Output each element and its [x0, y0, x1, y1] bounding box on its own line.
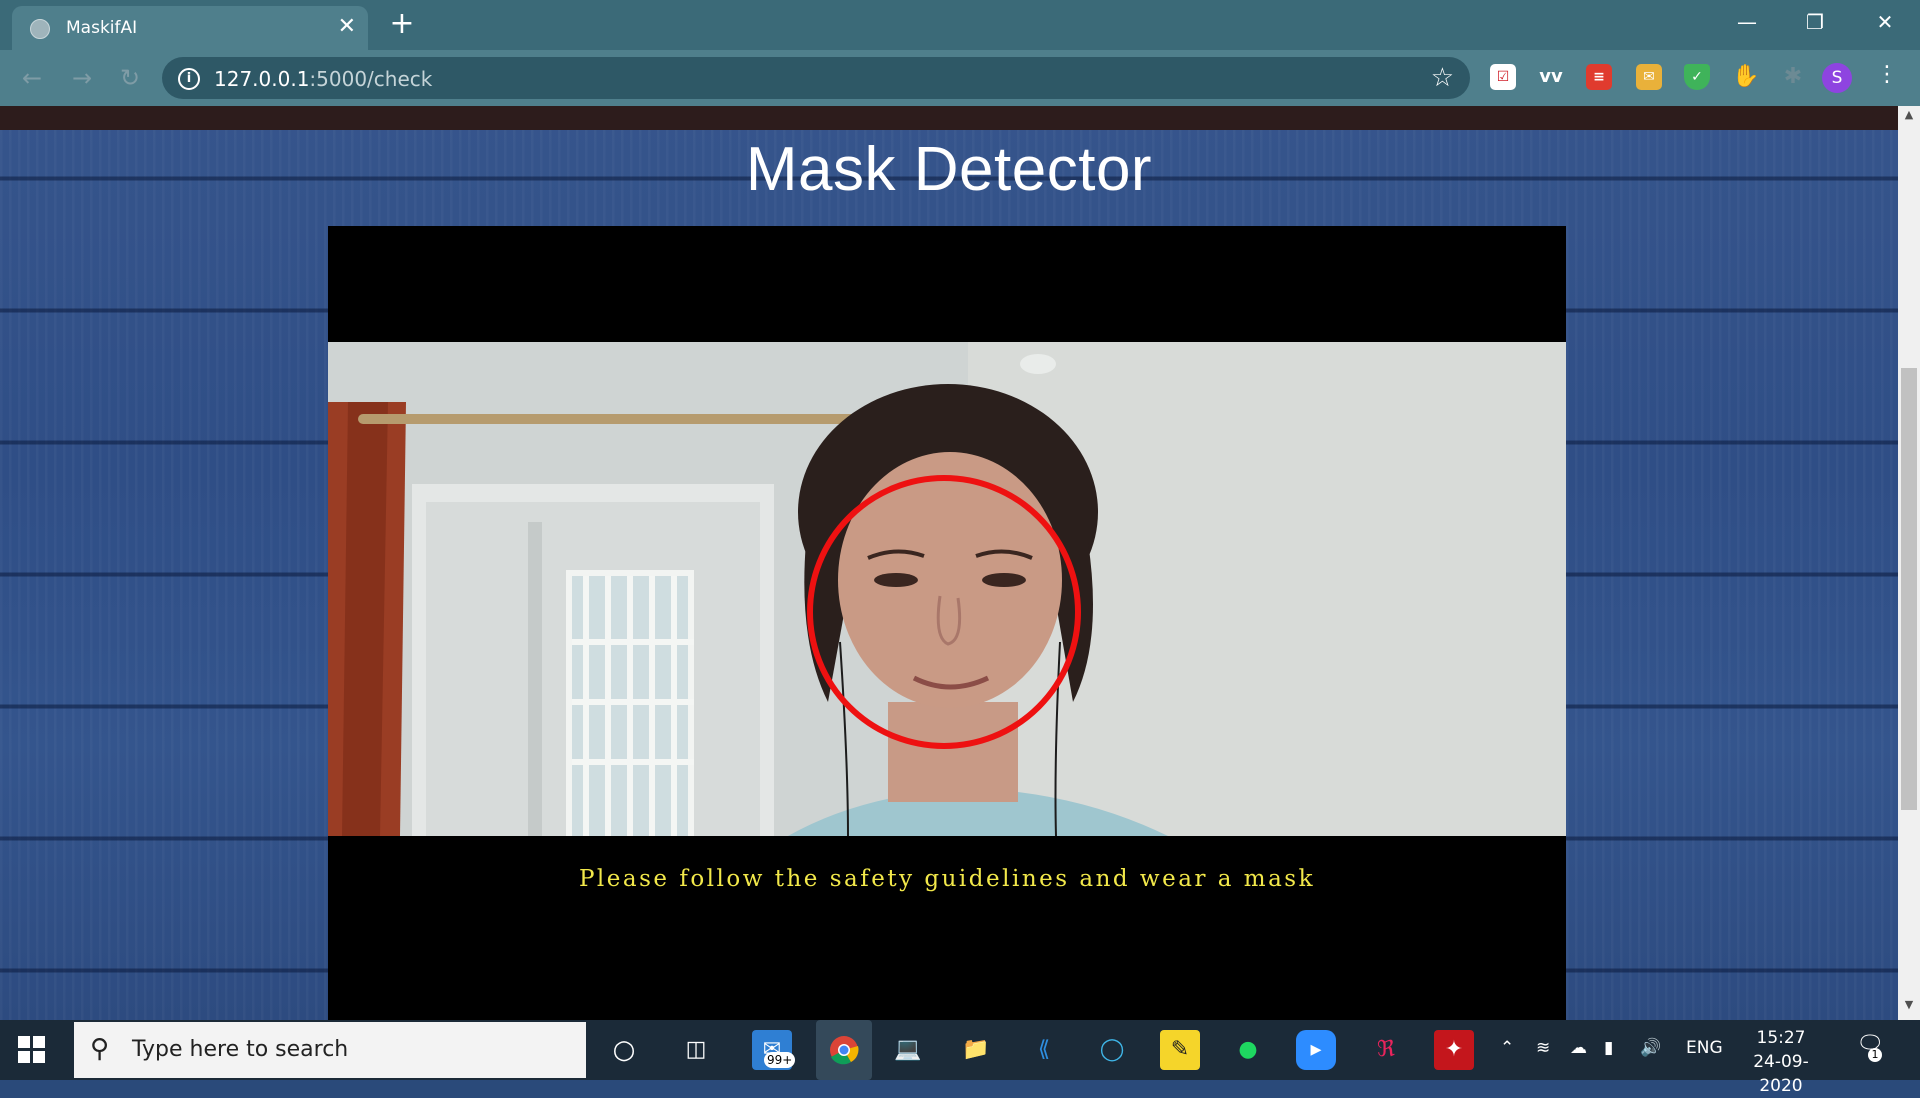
file-explorer-icon[interactable]: 📁 — [956, 1030, 996, 1070]
scroll-down-icon[interactable]: ▼ — [1898, 998, 1920, 1018]
tray-overflow-icon[interactable]: ⌃ — [1500, 1038, 1514, 1058]
mail-app-icon[interactable]: ✉ 99+ — [752, 1030, 796, 1070]
video-caption: Please follow the safety guidelines and … — [578, 866, 1316, 892]
wordtune-icon[interactable]: vv — [1538, 64, 1564, 90]
page-scrollbar[interactable]: ▲ ▼ — [1898, 106, 1920, 1020]
browser-menu-icon[interactable]: ⋮ — [1876, 62, 1898, 87]
page-viewport: Mask Detector Please follow the safety g… — [0, 106, 1898, 1020]
scrollbar-thumb[interactable] — [1901, 368, 1917, 810]
zoom-icon[interactable]: ▸ — [1296, 1030, 1336, 1070]
windows-taskbar: ⚲ Type here to search ○ ◫ ✉ 99+ 💻 📁 ⟪ ◯ … — [0, 1020, 1920, 1096]
pocket-icon[interactable]: ☑ — [1490, 64, 1516, 90]
battery-icon[interactable]: ▮ — [1604, 1038, 1613, 1058]
forward-icon[interactable]: → — [66, 62, 98, 94]
search-icon: ⚲ — [90, 1034, 110, 1064]
browser-tab[interactable]: MaskifAI ✕ — [12, 6, 368, 50]
url-text: 127.0.0.1:5000/check — [214, 67, 432, 91]
thumbs-up-icon[interactable]: ✋ — [1732, 64, 1759, 90]
laptop-app-icon[interactable]: 💻 — [888, 1030, 928, 1070]
restore-icon[interactable]: ❐ — [1792, 6, 1838, 38]
edge-icon[interactable]: ◯ — [1092, 1030, 1132, 1070]
page-title: Mask Detector — [745, 135, 1153, 204]
close-tab-icon[interactable]: ✕ — [338, 14, 356, 39]
action-center-icon[interactable]: 🗨 1 — [1856, 1032, 1884, 1062]
site-info-icon[interactable]: i — [178, 68, 200, 90]
clock-time: 15:27 — [1756, 1028, 1806, 1048]
taskbar-search-box[interactable]: ⚲ Type here to search — [74, 1022, 586, 1078]
language-indicator[interactable]: ENG — [1686, 1038, 1723, 1058]
task-view-icon[interactable]: ◫ — [676, 1030, 716, 1070]
onedrive-icon[interactable]: ☁ — [1570, 1038, 1587, 1058]
extensions-puzzle-icon[interactable]: ✱ — [1780, 64, 1806, 90]
address-bar[interactable]: i 127.0.0.1:5000/check ☆ — [162, 57, 1470, 99]
bookmark-star-icon[interactable]: ☆ — [1431, 63, 1454, 93]
close-window-icon[interactable]: ✕ — [1862, 6, 1908, 38]
vscode-icon[interactable]: ⟪ — [1024, 1030, 1064, 1070]
volume-icon[interactable]: 🔊 — [1640, 1038, 1661, 1058]
acrobat-icon[interactable]: ✦ — [1434, 1030, 1474, 1070]
clock[interactable]: 15:27 24-09-2020 — [1734, 1026, 1828, 1098]
browser-tab-strip: MaskifAI ✕ + — ❐ ✕ — [0, 0, 1920, 50]
video-stream: Please follow the safety guidelines and … — [328, 226, 1566, 1020]
cortana-icon[interactable]: ○ — [604, 1030, 644, 1070]
todoist-icon[interactable]: ≡ — [1586, 64, 1612, 90]
notification-count: 1 — [1868, 1048, 1882, 1062]
new-tab-button[interactable]: + — [384, 7, 420, 43]
debian-icon[interactable]: ℜ — [1366, 1030, 1406, 1070]
minimize-icon[interactable]: — — [1724, 6, 1770, 38]
chrome-taskbar-icon[interactable] — [816, 1020, 872, 1080]
spotify-icon[interactable]: ● — [1228, 1030, 1268, 1070]
url-path: :5000/check — [309, 67, 433, 91]
globe-favicon-icon — [30, 19, 50, 39]
profile-avatar[interactable]: S — [1822, 63, 1852, 93]
wifi-icon[interactable]: ≋ — [1536, 1038, 1550, 1058]
windows-start-icon[interactable] — [18, 1036, 46, 1064]
sticky-notes-icon[interactable]: ✎ — [1160, 1030, 1200, 1070]
top-strip — [0, 106, 1898, 130]
mail-ext-icon[interactable]: ✉ — [1636, 64, 1662, 90]
clock-date: 24-09-2020 — [1753, 1052, 1809, 1096]
scroll-up-icon[interactable]: ▲ — [1898, 108, 1920, 128]
url-host: 127.0.0.1 — [214, 67, 310, 91]
shield-ext-icon[interactable]: ✓ — [1684, 64, 1710, 90]
reload-icon[interactable]: ↻ — [114, 62, 146, 94]
back-icon[interactable]: ← — [16, 62, 48, 94]
mail-badge: 99+ — [764, 1052, 796, 1068]
tab-title: MaskifAI — [66, 18, 138, 38]
webcam-image — [328, 342, 1566, 836]
browser-toolbar: ← → ↻ i 127.0.0.1:5000/check ☆ ☑ vv ≡ ✉ … — [0, 50, 1920, 106]
search-placeholder: Type here to search — [132, 1037, 349, 1062]
